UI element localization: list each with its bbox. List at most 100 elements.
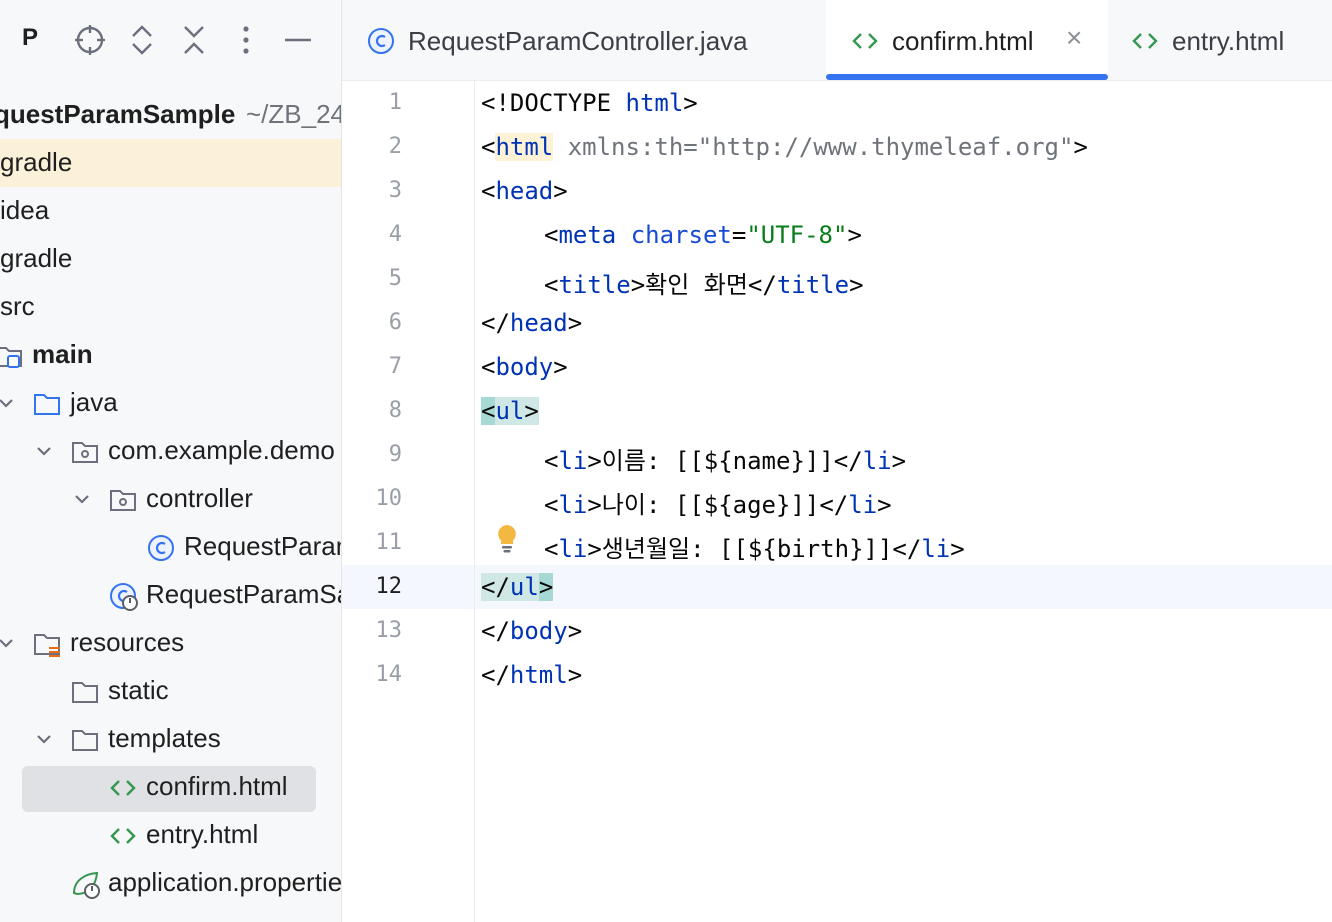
chevron-down-icon[interactable]: [0, 631, 18, 655]
code-text: <ul>: [481, 397, 539, 425]
tree-item-label: idea: [0, 195, 50, 225]
tab-label: RequestParamController.java: [408, 26, 748, 56]
code-token: >이름: [[${name}]]</: [587, 447, 863, 475]
class-icon: [366, 26, 396, 56]
tree-item-label: RequestParamController: [184, 531, 341, 561]
collapse-all-icon[interactable]: [178, 22, 210, 58]
html-file-icon: [108, 821, 138, 851]
code-line[interactable]: 14 </html>: [342, 653, 1332, 697]
spring-properties-icon: [70, 869, 100, 899]
code-token: <: [544, 535, 559, 563]
package-icon: [70, 437, 100, 467]
code-line[interactable]: 4 <meta charset="UTF-8">: [342, 213, 1332, 257]
code-token: >나이: [[${age}]]</: [587, 491, 849, 519]
tree-item-label: entry.html: [146, 819, 259, 849]
code-line[interactable]: 11 <li>생년월일: [[${birth}]]</li>: [342, 521, 1332, 565]
code-token: <: [544, 491, 559, 519]
close-tab-icon[interactable]: ×: [1066, 22, 1082, 54]
html-file-icon: [1130, 26, 1160, 56]
code-line[interactable]: 12 </ul>: [342, 565, 1332, 609]
code-token: ul: [495, 397, 525, 425]
code-token: xmlns:th="http://www.thymeleaf.org": [567, 133, 1074, 161]
tree-item-package-controller[interactable]: controller: [0, 475, 341, 523]
code-line[interactable]: 8 <ul>: [342, 389, 1332, 433]
tree-item-label: confirm.html: [146, 771, 288, 801]
tree-item-request-param-controller[interactable]: RequestParamController: [0, 523, 341, 571]
code-line[interactable]: 5 <title>확인 화면</title>: [342, 257, 1332, 301]
code-token: </: [481, 661, 510, 689]
code-line[interactable]: 1 <!DOCTYPE html>: [342, 81, 1332, 125]
tab-confirm-html[interactable]: confirm.html ×: [826, 0, 1108, 80]
chevron-down-icon[interactable]: [70, 487, 94, 511]
source-folder-icon: [32, 389, 62, 419]
code-text: <title>확인 화면</title>: [544, 265, 864, 300]
chevron-down-icon[interactable]: [32, 439, 56, 463]
folder-icon: [70, 677, 100, 707]
code-token: <!DOCTYPE: [481, 89, 626, 117]
code-token: <: [544, 221, 559, 249]
code-token: title: [776, 271, 850, 299]
editor-tab-bar: RequestParamController.java confirm.html…: [342, 0, 1332, 81]
resources-folder-icon: [32, 629, 62, 659]
code-token: head: [509, 309, 568, 337]
code-text: </body>: [481, 617, 582, 645]
tree-item-static[interactable]: static: [0, 667, 341, 715]
tree-item-resources[interactable]: resources: [0, 619, 341, 667]
code-text: </head>: [481, 309, 582, 337]
tree-item-label: java: [70, 387, 118, 417]
code-line[interactable]: 3 <head>: [342, 169, 1332, 213]
code-token: >: [524, 397, 539, 425]
code-line[interactable]: 7 <body>: [342, 345, 1332, 389]
code-token: >: [538, 573, 554, 601]
locate-icon[interactable]: [74, 22, 106, 58]
chevron-down-icon[interactable]: [32, 727, 56, 751]
lightbulb-icon[interactable]: [496, 523, 518, 553]
tree-item-entry-html[interactable]: entry.html: [0, 811, 341, 859]
tree-item-application-class[interactable]: RequestParamSampleApplication: [0, 571, 341, 619]
code-token: html: [495, 133, 554, 161]
code-token: </: [481, 573, 510, 601]
code-line[interactable]: 13 </body>: [342, 609, 1332, 653]
code-line[interactable]: 10 <li>나이: [[${age}]]</li>: [342, 477, 1332, 521]
tree-item-src[interactable]: src: [0, 283, 341, 331]
tree-item-main[interactable]: main: [0, 331, 341, 379]
tree-root[interactable]: questParamSample ~/ZB_24: [0, 91, 341, 139]
project-panel-title[interactable]: P: [22, 24, 38, 52]
code-token: body: [495, 353, 554, 381]
tree-item-java[interactable]: java: [0, 379, 341, 427]
code-text: </ul>: [481, 573, 554, 601]
code-token: title: [558, 271, 631, 299]
code-line[interactable]: 2 <html xmlns:th="http://www.thymeleaf.or…: [342, 125, 1332, 169]
more-options-icon[interactable]: [230, 22, 262, 58]
code-token: >: [553, 353, 568, 381]
chevron-down-icon[interactable]: [0, 391, 18, 415]
code-token: "UTF-8": [746, 221, 848, 249]
expand-all-icon[interactable]: [126, 22, 158, 58]
tree-item-idea[interactable]: idea: [0, 187, 341, 235]
tree-item-application-properties[interactable]: application.properties: [0, 859, 341, 907]
html-file-icon: [850, 26, 880, 56]
tab-request-param-controller[interactable]: RequestParamController.java: [342, 0, 812, 80]
tree-item-dot-gradle[interactable]: gradle: [0, 139, 341, 187]
code-token: >: [553, 177, 568, 205]
tab-entry-html[interactable]: entry.html: [1108, 0, 1332, 80]
tree-item-label: com.example.demo: [108, 435, 335, 465]
tree-item-templates[interactable]: templates: [0, 715, 341, 763]
code-editor[interactable]: 1 <!DOCTYPE html> 2 <html xmlns:th="http://…: [342, 81, 1332, 922]
tree-item-gradle[interactable]: gradle: [0, 235, 341, 283]
tree-item-label: gradle: [0, 243, 73, 273]
tree-item-label: gradle: [0, 147, 73, 177]
class-icon: [146, 533, 176, 563]
code-token: li: [848, 491, 878, 519]
tree-item-package-demo[interactable]: com.example.demo: [0, 427, 341, 475]
code-line[interactable]: 6 </head>: [342, 301, 1332, 345]
code-line[interactable]: 9 <li>이름: [[${name}]]</li>: [342, 433, 1332, 477]
code-token: ul: [509, 573, 539, 601]
hide-panel-icon[interactable]: [282, 22, 314, 58]
code-token: >: [877, 491, 892, 519]
code-token: >: [891, 447, 907, 475]
code-token: li: [558, 447, 588, 475]
tree-item-label: resources: [70, 627, 185, 657]
tree-item-confirm-html[interactable]: confirm.html: [0, 763, 341, 812]
